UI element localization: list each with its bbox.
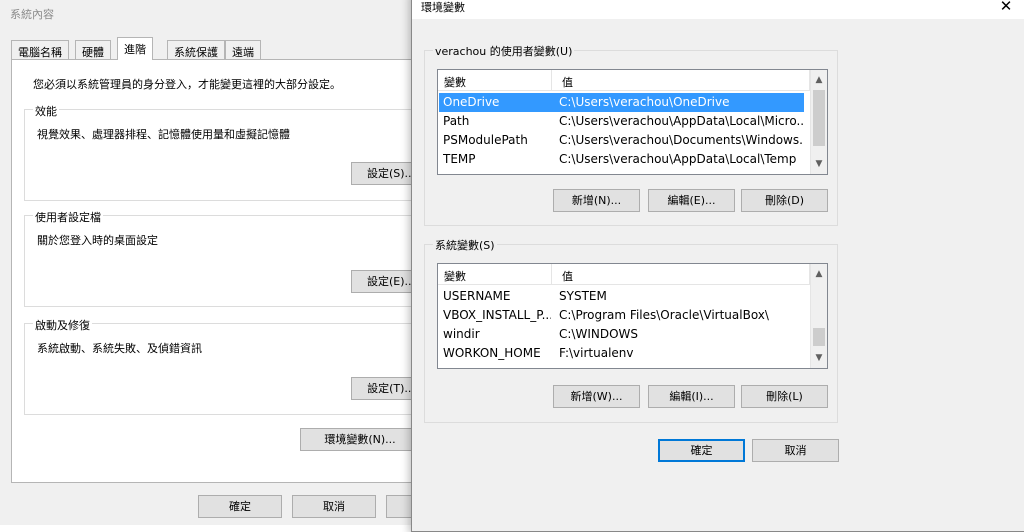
variable-value: C:\Program Files\Oracle\VirtualBox\	[559, 308, 769, 322]
column-header-value[interactable]: 值	[562, 268, 573, 284]
close-icon[interactable]: ✕	[998, 0, 1014, 15]
performance-desc: 視覺效果、處理器排程、記憶體使用量和虛擬記憶體	[37, 128, 290, 141]
user-variables-label: verachou 的使用者變數(U)	[433, 43, 575, 59]
env-cancel-button[interactable]: 取消	[752, 439, 839, 462]
vertical-scrollbar[interactable]: ▲ ▼	[810, 70, 827, 174]
scroll-thumb[interactable]	[813, 90, 825, 146]
user-profiles-desc: 關於您登入時的桌面設定	[37, 234, 158, 247]
list-item[interactable]: WORKON_HOME F:\virtualenv	[439, 344, 804, 363]
list-item[interactable]: VBOX_INSTALL_P... C:\Program Files\Oracl…	[439, 306, 804, 325]
variable-value: C:\Users\verachou\AppData\Local\Micro...	[559, 114, 804, 128]
list-item[interactable]: PSModulePath C:\Users\verachou\Documents…	[439, 131, 804, 150]
system-variables-group: 系統變數(S) 變數 值 USERNAME SYSTEM VBOX_INSTAL…	[424, 237, 838, 423]
system-variables-label: 系統變數(S)	[433, 237, 497, 253]
list-item[interactable]: TEMP C:\Users\verachou\AppData\Local\Tem…	[439, 150, 804, 169]
startup-recovery-label: 啟動及修復	[33, 317, 92, 333]
scroll-down-icon[interactable]: ▼	[811, 156, 827, 172]
list-header: 變數 值	[438, 70, 827, 91]
sysprop-ok-button[interactable]: 確定	[198, 495, 282, 518]
system-variables-list[interactable]: 變數 值 USERNAME SYSTEM VBOX_INSTALL_P... C…	[437, 263, 828, 369]
column-header-variable[interactable]: 變數	[444, 74, 466, 90]
user-variables-group: verachou 的使用者變數(U) 變數 值 OneDrive C:\User…	[424, 43, 838, 226]
tab-computer-name[interactable]: 電腦名稱	[11, 40, 69, 60]
system-properties-dialog: 系統內容 電腦名稱 硬體 進階 系統保護 遠端 您必須以系統管理員的身分登入，才…	[0, 0, 431, 525]
vertical-scrollbar[interactable]: ▲ ▼	[810, 264, 827, 368]
user-delete-button[interactable]: 刪除(D)	[741, 189, 828, 212]
list-item[interactable]: Path C:\Users\verachou\AppData\Local\Mic…	[439, 112, 804, 131]
scroll-down-icon[interactable]: ▼	[811, 350, 827, 366]
system-delete-button[interactable]: 刪除(L)	[741, 385, 828, 408]
scroll-up-icon[interactable]: ▲	[811, 72, 827, 88]
user-variables-list[interactable]: 變數 值 OneDrive C:\Users\verachou\OneDrive…	[437, 69, 828, 175]
variable-name: PSModulePath	[443, 133, 528, 147]
user-new-button[interactable]: 新增(N)...	[553, 189, 640, 212]
startup-recovery-group: 啟動及修復 系統啟動、系統失敗、及偵錯資訊 設定(T)...	[24, 317, 431, 415]
variable-name: VBOX_INSTALL_P...	[443, 308, 551, 322]
title-bar: 環境變數 ✕	[412, 0, 1024, 19]
variable-value: C:\Users\verachou\AppData\Local\Temp	[559, 152, 797, 166]
variable-value: F:\virtualenv	[559, 346, 634, 360]
column-header-variable[interactable]: 變數	[444, 268, 466, 284]
performance-group: 效能 視覺效果、處理器排程、記憶體使用量和虛擬記憶體 設定(S)...	[24, 103, 431, 201]
variable-name: OneDrive	[443, 95, 500, 109]
list-item[interactable]: OneDrive C:\Users\verachou\OneDrive	[439, 93, 804, 112]
list-header: 變數 值	[438, 264, 827, 285]
system-edit-button[interactable]: 編輯(I)...	[648, 385, 735, 408]
user-profiles-group: 使用者設定檔 關於您登入時的桌面設定 設定(E)...	[24, 209, 431, 307]
tab-advanced[interactable]: 進階	[117, 37, 153, 60]
dialog-title: 環境變數	[421, 1, 465, 14]
tab-remote[interactable]: 遠端	[225, 40, 261, 60]
tab-hardware[interactable]: 硬體	[75, 40, 111, 60]
dialog-title: 系統內容	[10, 8, 54, 21]
system-new-button[interactable]: 新增(W)...	[553, 385, 640, 408]
variable-name: windir	[443, 327, 480, 341]
env-ok-button[interactable]: 確定	[658, 439, 745, 462]
variable-value: SYSTEM	[559, 289, 607, 303]
admin-note: 您必須以系統管理員的身分登入，才能變更這裡的大部分設定。	[33, 78, 341, 91]
list-item[interactable]: windir C:\WINDOWS	[439, 325, 804, 344]
environment-variables-button[interactable]: 環境變數(N)...	[300, 428, 420, 451]
user-edit-button[interactable]: 編輯(E)...	[648, 189, 735, 212]
variable-value: C:\Users\verachou\Documents\Windows...	[559, 133, 804, 147]
variable-name: USERNAME	[443, 289, 511, 303]
variable-value: C:\WINDOWS	[559, 327, 639, 341]
variable-value: C:\Users\verachou\OneDrive	[559, 95, 730, 109]
variable-name: TEMP	[443, 152, 476, 166]
user-profiles-label: 使用者設定檔	[33, 209, 103, 225]
column-header-value[interactable]: 值	[562, 74, 573, 90]
performance-label: 效能	[33, 103, 59, 119]
variable-name: WORKON_HOME	[443, 346, 541, 360]
tab-system-protection[interactable]: 系統保護	[167, 40, 225, 60]
list-item[interactable]: USERNAME SYSTEM	[439, 287, 804, 306]
environment-variables-dialog: 環境變數 ✕ verachou 的使用者變數(U) 變數 值 OneDrive …	[411, 0, 1024, 532]
variable-name: Path	[443, 114, 470, 128]
scroll-up-icon[interactable]: ▲	[811, 266, 827, 282]
sysprop-cancel-button[interactable]: 取消	[292, 495, 376, 518]
startup-recovery-desc: 系統啟動、系統失敗、及偵錯資訊	[37, 342, 202, 355]
scroll-thumb[interactable]	[813, 328, 825, 346]
